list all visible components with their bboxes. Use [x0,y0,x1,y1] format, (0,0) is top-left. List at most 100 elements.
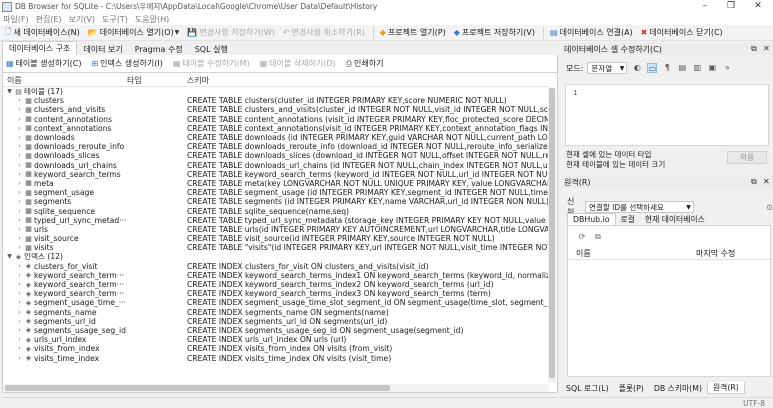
mode-select[interactable]: 문자열 ▼ [587,62,628,74]
format-icon[interactable]: ¶ [662,63,672,73]
chevron-right-icon[interactable]: › [15,281,24,288]
scrollbar-thumb[interactable] [5,385,390,391]
chevron-right-icon[interactable]: › [15,198,24,205]
chevron-right-icon[interactable]: › [15,318,24,325]
save-project-button[interactable]: ◆ 프로젝트 저장하기(V) [451,26,538,40]
menu-tools[interactable]: 도구(T) [102,14,128,25]
cell-editor[interactable]: 1 [565,84,769,146]
menu-view[interactable]: 보기(V) [69,14,95,25]
tab-browse-data[interactable]: 데이터 보기 [77,43,128,55]
chevron-right-icon[interactable]: › [15,299,24,306]
tree-row[interactable]: › ◈ segment_usage_time_··· CREATE INDEX seg… [3,298,549,307]
tab-plot[interactable]: 플롯(P) [614,382,649,394]
tree-row[interactable]: › ▦ sqlite_sequence CREATE TABLE sqlite_seq… [3,206,549,216]
menu-edit[interactable]: 편집(E) [36,14,62,25]
chevron-right-icon[interactable]: › [15,134,24,141]
float-panel-icon[interactable]: ⧉ [751,176,757,188]
tree-row[interactable]: › ▦ content_annotations CREATE TABLE conten… [3,115,549,124]
tab-execute-sql[interactable]: SQL 실행 [189,43,234,55]
chevron-right-icon[interactable]: › [15,235,24,242]
chevron-right-icon[interactable]: › [15,327,24,334]
horizontal-scrollbar[interactable] [3,384,549,392]
close-icon[interactable]: ✕ [763,176,770,188]
chevron-right-icon[interactable]: › [15,345,24,352]
create-index-button[interactable]: ⊞ 인덱스 생성하기(I) [91,58,162,69]
close-icon[interactable]: ✕ [763,43,770,55]
clone-icon[interactable]: ⧉ [593,232,603,242]
tree-row[interactable]: › ▦ segments CREATE TABLE segments (id INTE… [3,197,549,206]
chevron-right-icon[interactable]: › [15,217,24,224]
float-panel-icon[interactable]: ⧉ [751,43,757,55]
tree-row[interactable]: › ◈ clusters_for_visit CREATE INDEX cluster… [3,262,549,271]
set-null-icon[interactable]: ▣ [707,63,717,73]
chevron-right-icon[interactable]: › [15,355,24,362]
chevron-right-icon[interactable]: › [15,336,24,343]
chevron-right-icon[interactable]: › [15,125,24,132]
tree-row[interactable]: › ▦ meta CREATE TABLE meta(key LONGVARCHAR … [3,179,549,188]
create-table-button[interactable]: ▦ 테이블 생성하기(C) [6,58,81,69]
open-project-button[interactable]: ◆ 프로젝트 열기(P) [377,26,449,40]
chevron-right-icon[interactable]: › [15,143,24,150]
menu-file[interactable]: 파일(F) [3,14,29,25]
tree-row[interactable]: › ◈ urls_url_index CREATE INDEX urls_url_in… [3,335,549,344]
tree-row[interactable]: › ▦ downloads_reroute_info CREATE TABLE dow… [3,142,549,151]
chevron-right-icon[interactable]: › [15,171,24,178]
revert-changes-button[interactable]: ↶ 변경사항 취소하기(R) [280,26,368,40]
auto-switch-icon[interactable]: ◐ [632,63,642,73]
chevron-right-icon[interactable]: › [15,106,24,113]
chevron-right-icon[interactable]: › [15,97,24,104]
tab-db-schema[interactable]: DB 스키마(M) [649,382,707,394]
tab-local[interactable]: 로컬 [616,213,640,225]
chevron-right-icon[interactable]: › [15,290,24,297]
tree-row[interactable]: › ▦ keyword_search_terms CREATE TABLE keywo… [3,170,549,179]
tree-row[interactable]: › ◈ segments_name CREATE INDEX segments_nam… [3,308,549,317]
tree-row[interactable]: › ◈ keyword_search_term··· CREATE INDEX key… [3,280,549,289]
schema-tree[interactable]: 이름 타입 스키마 ▼ ▤ 테이블 (17) › ▦ clusters CREATE TAB… [2,72,558,393]
tree-row[interactable]: › ◈ visits_from_index CREATE INDEX visits_f… [3,344,549,353]
tree-row[interactable]: › ▦ visits CREATE TABLE "visits"(id INTEGER… [3,243,549,252]
vertical-scrollbar[interactable] [548,87,556,383]
chevron-down-icon[interactable]: ▼ [175,29,180,36]
apply-button[interactable]: 적용 [727,151,767,164]
tree-row[interactable]: › ▦ segment_usage CREATE TABLE segment_usag… [3,188,549,197]
delete-table-button[interactable]: ▦ 테이블 삭제하기(D) [260,58,336,69]
tree-row[interactable]: › ▦ downloads_slices CREATE TABLE downloads… [3,151,549,160]
chevron-right-icon[interactable]: › [15,309,24,316]
scrollbar-thumb[interactable] [549,88,555,378]
menu-help[interactable]: 도움말(H) [135,14,169,25]
tree-row[interactable]: › ◈ visits_time_index CREATE INDEX visits_t… [3,353,549,363]
write-changes-button[interactable]: 💾 변경사항 저장하기(W) [184,26,278,40]
new-database-button[interactable]: 🗋 새 데이터베이스(N) [2,26,83,40]
tree-row[interactable]: › ▦ visit_source CREATE TABLE visit_source(… [3,234,549,243]
tree-row[interactable]: › ▦ clusters CREATE TABLE clusters(cluster_… [3,96,549,105]
chevron-right-icon[interactable]: › [15,272,24,279]
chevron-right-icon[interactable]: › [15,180,24,187]
tree-row[interactable]: › ▦ clusters_and_visits CREATE TABLE cluste… [3,105,549,114]
tree-row[interactable]: › ◈ segments_usage_seg_id CREATE INDEX segm… [3,326,549,335]
tree-group-row[interactable]: ▼ ◈ 인덱스 (12) [3,252,549,261]
chevron-right-icon[interactable]: › [15,189,24,196]
tab-edit-pragmas[interactable]: Pragma 수정 [129,43,189,55]
column-header-last-modified[interactable]: 마지막 수정 [696,248,735,260]
chevron-right-icon[interactable]: › [15,208,24,215]
open-database-button[interactable]: 📂 데이터베이스 열기(O) ▼ [85,26,183,40]
tree-group-row[interactable]: ▼ ▤ 테이블 (17) [3,87,549,96]
tree-row[interactable]: › ▦ downloads_url_chains CREATE TABLE downl… [3,161,549,170]
modify-table-button[interactable]: ▦ 테이블 수정하기(M) [173,58,250,69]
chevron-right-icon[interactable]: › [15,152,24,159]
tab-remote[interactable]: 원격(R) [707,382,745,394]
column-header-name[interactable]: 이름 [7,75,22,86]
tree-row[interactable]: › ◈ keyword_search_term··· CREATE INDEX key… [3,289,549,298]
chevron-right-icon[interactable]: › [15,162,24,169]
tree-row[interactable]: › ▦ context_annotations CREATE TABLE contex… [3,124,549,133]
tab-dbhub[interactable]: DBHub.io [567,213,616,225]
refresh-icon[interactable]: ⟳ [577,232,587,242]
attach-database-button[interactable]: ▤ 데이터베이스 연결(A) [547,26,636,40]
tree-row[interactable]: › ▦ urls CREATE TABLE urls(id INTEGER PRIMA… [3,225,549,234]
chevron-right-icon[interactable]: › [15,244,24,251]
import-icon[interactable]: ▤ [677,63,687,73]
print-button[interactable]: ⎙ 인쇄하기 [346,58,384,69]
chevron-right-icon[interactable]: › [15,226,24,233]
tab-current-database[interactable]: 현재 데이터베이스 [640,213,710,225]
column-header-schema[interactable]: 스키마 [187,75,209,86]
